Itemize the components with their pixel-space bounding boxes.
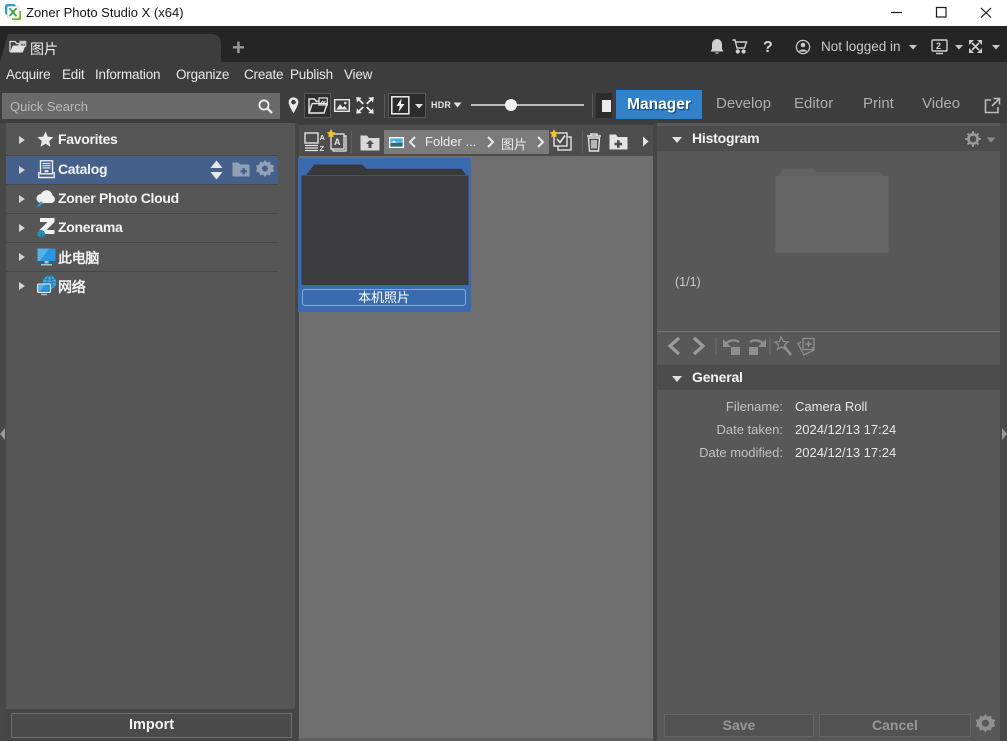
- svg-text:A: A: [320, 133, 326, 142]
- svg-text:?: ?: [763, 39, 773, 56]
- svg-text:2: 2: [936, 41, 941, 51]
- svg-text:Z: Z: [320, 144, 325, 152]
- svg-text:A: A: [334, 137, 341, 147]
